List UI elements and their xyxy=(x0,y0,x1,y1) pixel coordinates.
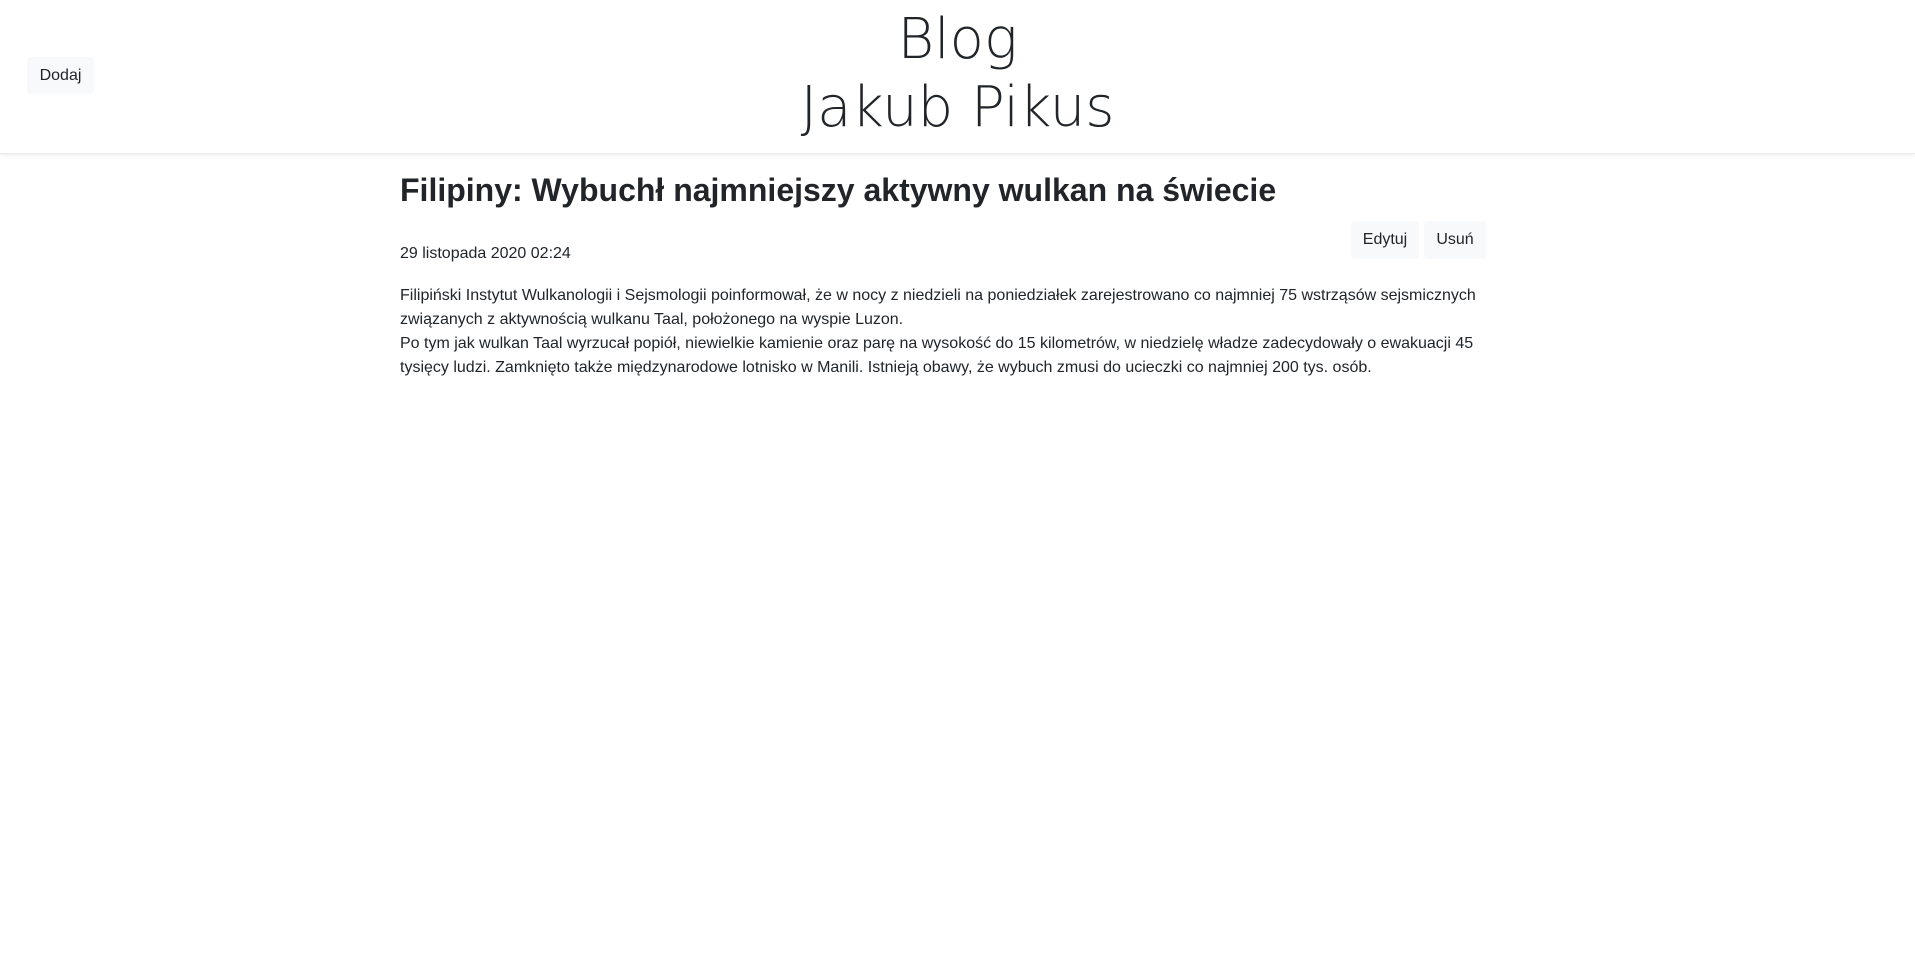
post-paragraph: Filipiński Instytut Wulkanologii i Sejsm… xyxy=(400,287,1476,328)
site-header: Dodaj Blog Jakub Pikus xyxy=(0,0,1915,154)
post-paragraph: Po tym jak wulkan Taal wyrzucał popiół, … xyxy=(400,335,1474,376)
post-title: Filipiny: Wybuchł najmniejszy aktywny wu… xyxy=(400,172,1277,208)
post-container: Filipiny: Wybuchł najmniejszy aktywny wu… xyxy=(400,170,1486,376)
site-title-line2: Jakub Pikus xyxy=(800,75,1115,140)
edit-post-button[interactable]: Edytuj xyxy=(1351,221,1419,259)
post-date: 29 listopada 2020 02:24 xyxy=(400,245,571,262)
site-title-line1: Blog xyxy=(897,7,1018,72)
site-title: Blog Jakub Pikus xyxy=(0,6,1915,142)
post-body: Filipiński Instytut Wulkanologii i Sejsm… xyxy=(400,284,1486,380)
delete-post-button[interactable]: Usuń xyxy=(1424,221,1486,259)
